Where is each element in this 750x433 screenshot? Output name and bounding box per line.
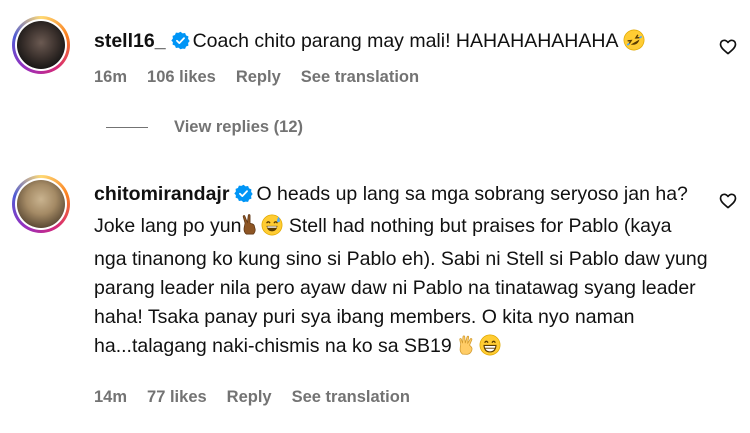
- victory-hand-emoji-icon: [241, 214, 261, 245]
- comment-text: stell16_ Coach chito parang may mali! HAH…: [94, 27, 714, 60]
- comment-meta: 16m 106 likes Reply See translation: [94, 68, 439, 87]
- comment-text: chitomirandajr O heads up lang sa mga sob…: [94, 180, 709, 365]
- likes-count[interactable]: 106 likes: [147, 68, 216, 87]
- comment-meta: 14m 77 likes Reply See translation: [94, 388, 430, 407]
- username[interactable]: stell16_: [94, 30, 166, 52]
- view-replies-button[interactable]: View replies (12): [106, 118, 303, 137]
- grinning-sweat-emoji-icon: [261, 214, 283, 245]
- reply-button[interactable]: Reply: [227, 388, 272, 407]
- see-translation-button[interactable]: See translation: [292, 388, 410, 407]
- view-replies-label: View replies (12): [174, 118, 304, 136]
- avatar[interactable]: [12, 16, 70, 74]
- comment-body: Coach chito parang may mali! HAHAHAHAHAH…: [192, 30, 618, 52]
- avatar[interactable]: [12, 175, 70, 233]
- likes-count[interactable]: 77 likes: [147, 388, 207, 407]
- verified-badge-icon: [170, 30, 190, 59]
- see-translation-button[interactable]: See translation: [301, 68, 419, 87]
- verified-badge-icon: [234, 183, 254, 212]
- vulcan-salute-emoji-icon: [457, 334, 479, 365]
- timestamp: 16m: [94, 68, 128, 86]
- rolling-laughing-emoji-icon: [623, 29, 645, 60]
- grinning-face-emoji-icon: [479, 334, 501, 365]
- heart-icon[interactable]: [719, 192, 737, 214]
- heart-icon[interactable]: [719, 38, 737, 60]
- reply-button[interactable]: Reply: [236, 68, 281, 87]
- timestamp: 14m: [94, 388, 128, 406]
- divider-line: [106, 126, 148, 129]
- username[interactable]: chitomirandajr: [94, 183, 229, 205]
